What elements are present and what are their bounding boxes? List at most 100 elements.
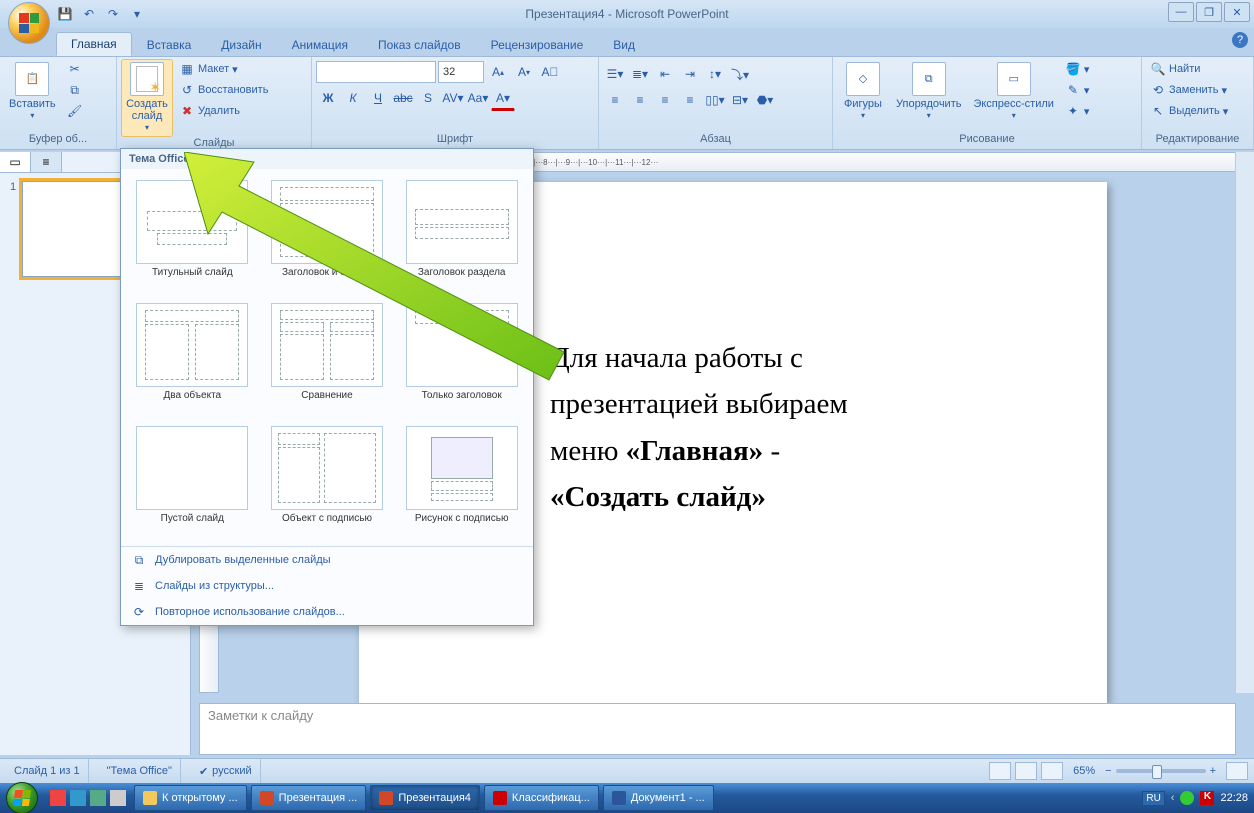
font-color-icon[interactable]: A▾: [491, 87, 515, 111]
slides-tab[interactable]: ▭: [0, 152, 31, 172]
font-size-input[interactable]: [438, 61, 484, 83]
align-center-icon[interactable]: ≡: [628, 89, 652, 111]
start-button[interactable]: [0, 783, 44, 813]
tab-review[interactable]: Рецензирование: [476, 33, 599, 56]
duplicate-slides-item[interactable]: ⧉Дублировать выделенные слайды: [121, 547, 533, 573]
task-word[interactable]: Документ1 - ...: [603, 785, 714, 811]
task-opera[interactable]: Классификац...: [484, 785, 599, 811]
zoom-in-button[interactable]: +: [1210, 765, 1216, 777]
underline-icon[interactable]: Ч: [366, 87, 390, 109]
undo-icon[interactable]: ↶: [80, 5, 98, 23]
notes-pane[interactable]: Заметки к слайду: [199, 703, 1236, 755]
outline-tab[interactable]: ≡: [31, 152, 62, 172]
language-indicator[interactable]: RU: [1142, 791, 1164, 806]
layout-title-content[interactable]: Заголовок и объект: [262, 175, 393, 294]
bullets-icon[interactable]: ☰▾: [603, 63, 627, 85]
office-button[interactable]: [8, 2, 50, 44]
layout-picture-caption[interactable]: Рисунок с подписью: [396, 421, 527, 540]
tab-insert[interactable]: Вставка: [132, 33, 207, 56]
ql-icon-1[interactable]: [50, 790, 66, 806]
normal-view-button[interactable]: [989, 762, 1011, 780]
tab-home[interactable]: Главная: [56, 32, 132, 56]
reset-button[interactable]: ↺Восстановить: [175, 80, 272, 100]
align-right-icon[interactable]: ≡: [653, 89, 677, 111]
indent-decrease-icon[interactable]: ⇤: [653, 63, 677, 85]
help-icon[interactable]: ?: [1232, 32, 1248, 48]
columns-icon[interactable]: ▯▯▾: [703, 89, 727, 111]
shapes-button[interactable]: ◇Фигуры▾: [837, 59, 889, 125]
sorter-view-button[interactable]: [1015, 762, 1037, 780]
ql-icon-3[interactable]: [90, 790, 106, 806]
bold-icon[interactable]: Ж: [316, 87, 340, 109]
close-button[interactable]: ✕: [1224, 2, 1250, 22]
save-icon[interactable]: 💾: [56, 5, 74, 23]
status-language[interactable]: ✔русский: [191, 759, 261, 783]
layout-title-only[interactable]: Только заголовок: [396, 298, 527, 417]
vertical-scrollbar[interactable]: [1235, 152, 1254, 693]
indent-increase-icon[interactable]: ⇥: [678, 63, 702, 85]
numbering-icon[interactable]: ≣▾: [628, 63, 652, 85]
select-button[interactable]: ↖Выделить ▾: [1146, 101, 1232, 121]
qat-dropdown-icon[interactable]: ▾: [128, 5, 146, 23]
grow-font-icon[interactable]: A▴: [486, 61, 510, 83]
ql-icon-4[interactable]: [110, 790, 126, 806]
layout-section-header[interactable]: Заголовок раздела: [396, 175, 527, 294]
cut-button[interactable]: ✂: [63, 59, 87, 79]
clear-format-icon[interactable]: A⃠: [538, 61, 562, 83]
paste-button[interactable]: 📋 Вставить▾: [4, 59, 61, 125]
fit-window-button[interactable]: [1226, 762, 1248, 780]
task-presentation-a[interactable]: Презентация ...: [251, 785, 367, 811]
minimize-button[interactable]: —: [1168, 2, 1194, 22]
reuse-slides-item[interactable]: ⟳Повторное использование слайдов...: [121, 599, 533, 625]
ql-icon-2[interactable]: [70, 790, 86, 806]
tab-animation[interactable]: Анимация: [277, 33, 363, 56]
task-presentation4[interactable]: Презентация4: [370, 785, 480, 811]
justify-icon[interactable]: ≡: [678, 89, 702, 111]
layout-comparison[interactable]: Сравнение: [262, 298, 393, 417]
layout-button[interactable]: ▦Макет ▾: [175, 59, 272, 79]
tab-design[interactable]: Дизайн: [206, 33, 276, 56]
tab-slideshow[interactable]: Показ слайдов: [363, 33, 476, 56]
tray-icon-2[interactable]: K: [1200, 791, 1214, 805]
task-folder[interactable]: К открытому ...: [134, 785, 247, 811]
slideshow-view-button[interactable]: [1041, 762, 1063, 780]
layout-blank[interactable]: Пустой слайд: [127, 421, 258, 540]
font-family-input[interactable]: [316, 61, 436, 83]
align-left-icon[interactable]: ≡: [603, 89, 627, 111]
shadow-icon[interactable]: S: [416, 87, 440, 109]
char-spacing-icon[interactable]: AV▾: [441, 87, 465, 109]
replace-button[interactable]: ⟲Заменить ▾: [1146, 80, 1232, 100]
shrink-font-icon[interactable]: A▾: [512, 61, 536, 83]
shape-outline-button[interactable]: ✎▾: [1061, 80, 1094, 100]
layout-title-slide[interactable]: Титульный слайд: [127, 175, 258, 294]
tray-arrow-icon[interactable]: ‹: [1171, 792, 1175, 804]
find-button[interactable]: 🔍Найти: [1146, 59, 1232, 79]
smartart-icon[interactable]: ⬣▾: [753, 89, 777, 111]
arrange-button[interactable]: ⧉Упорядочить▾: [891, 59, 966, 125]
status-theme: "Тема Office": [99, 759, 181, 783]
zoom-out-button[interactable]: −: [1105, 765, 1111, 777]
align-text-icon[interactable]: ⊟▾: [728, 89, 752, 111]
format-painter-button[interactable]: 🖌: [63, 101, 87, 121]
layout-two-content[interactable]: Два объекта: [127, 298, 258, 417]
quick-styles-button[interactable]: ▭Экспресс-стили▾: [968, 59, 1058, 125]
new-slide-button[interactable]: ✶ Создать слайд▾: [121, 59, 173, 137]
text-direction-icon[interactable]: ⤵▾: [728, 63, 752, 85]
clock[interactable]: 22:28: [1220, 792, 1248, 804]
strike-icon[interactable]: abc: [391, 87, 415, 109]
copy-button[interactable]: ⧉: [63, 80, 87, 100]
shape-fill-button[interactable]: 🪣▾: [1061, 59, 1094, 79]
titlebar: 💾 ↶ ↷ ▾ Презентация4 - Microsoft PowerPo…: [0, 0, 1254, 28]
shape-effects-button[interactable]: ✦▾: [1061, 101, 1094, 121]
italic-icon[interactable]: К: [341, 87, 365, 109]
redo-icon[interactable]: ↷: [104, 5, 122, 23]
tray-icon-1[interactable]: [1180, 791, 1194, 805]
tab-view[interactable]: Вид: [598, 33, 650, 56]
zoom-slider[interactable]: [1116, 769, 1206, 773]
slides-from-outline-item[interactable]: ≣Слайды из структуры...: [121, 573, 533, 599]
restore-button[interactable]: ❐: [1196, 2, 1222, 22]
change-case-icon[interactable]: Aa▾: [466, 87, 490, 109]
line-spacing-icon[interactable]: ↕▾: [703, 63, 727, 85]
layout-content-caption[interactable]: Объект с подписью: [262, 421, 393, 540]
delete-slide-button[interactable]: ✖Удалить: [175, 101, 272, 121]
